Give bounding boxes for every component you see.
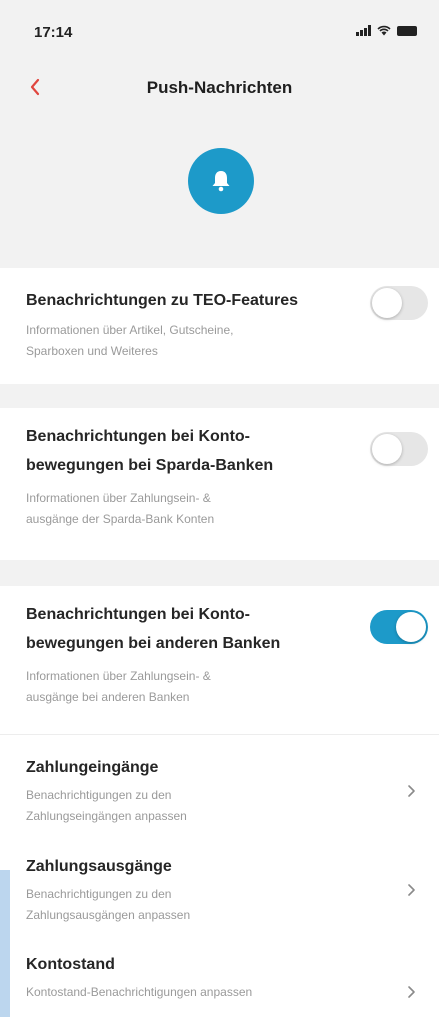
sparda-card: Benachrichtungen bei Konto- bewegungen b…: [0, 408, 439, 560]
chevron-right-icon: [408, 785, 415, 797]
other-banks-desc-line1: Informationen über Zahlungsein- &: [26, 669, 211, 683]
signal-icon: [356, 25, 371, 36]
balance-row[interactable]: Kontostand Kontostand-Benachrichtigungen…: [0, 953, 439, 1009]
status-icons: [356, 25, 417, 36]
status-time: 17:14: [34, 24, 73, 41]
other-banks-toggle[interactable]: [370, 610, 428, 644]
teo-desc-line2: Sparboxen und Weiteres: [26, 344, 158, 358]
nav-bar: Push-Nachrichten: [0, 62, 439, 112]
outgoing-payments-row[interactable]: Zahlungsausgänge Benachrichtigungen zu d…: [0, 855, 439, 927]
outgoing-desc-line2: Zahlungsausgängen anpassen: [26, 908, 191, 922]
balance-title: Kontostand: [26, 956, 115, 973]
outgoing-title: Zahlungsausgänge: [26, 858, 172, 875]
sparda-title-line2: bewegungen bei Sparda-Banken: [26, 457, 274, 474]
teo-toggle[interactable]: [370, 286, 428, 320]
balance-desc-line1: Kontostand-Benachrichtigungen anpassen: [26, 985, 253, 999]
incoming-desc-line1: Benachrichtigungen zu den: [26, 788, 172, 802]
sparda-desc-line2: ausgänge der Sparda-Bank Konten: [26, 512, 215, 526]
sparda-title-line1: Benachrichtungen bei Konto-: [26, 428, 250, 445]
toggle-knob: [372, 434, 402, 464]
teo-features-card: Benachrichtungen zu TEO-Features Informa…: [0, 268, 439, 384]
battery-icon: [397, 25, 417, 36]
bell-badge: [188, 148, 254, 214]
incoming-payments-row[interactable]: Zahlungeingänge Benachrichtigungen zu de…: [0, 756, 439, 828]
toggle-knob: [372, 288, 402, 318]
toggle-knob: [396, 612, 426, 642]
chevron-right-icon: [408, 986, 415, 998]
incoming-title: Zahlungeingänge: [26, 759, 159, 776]
teo-desc-line1: Informationen über Artikel, Gutscheine,: [26, 323, 234, 337]
sparda-desc-line1: Informationen über Zahlungsein- &: [26, 491, 211, 505]
left-edge-accent: [0, 870, 10, 1017]
other-banks-desc-line2: ausgänge bei anderen Banken: [26, 690, 190, 704]
other-banks-title-line2: bewegungen bei anderen Banken: [26, 635, 281, 652]
other-banks-card: Benachrichtungen bei Konto- bewegungen b…: [0, 586, 439, 1017]
sparda-toggle[interactable]: [370, 432, 428, 466]
status-bar: 17:14: [0, 0, 439, 60]
incoming-desc-line2: Zahlungseingängen anpassen: [26, 809, 187, 823]
outgoing-desc-line1: Benachrichtigungen zu den: [26, 887, 172, 901]
page-title: Push-Nachrichten: [146, 78, 293, 97]
wifi-icon: [377, 25, 391, 36]
other-banks-title-line1: Benachrichtungen bei Konto-: [26, 606, 250, 623]
chevron-right-icon: [408, 884, 415, 896]
bell-icon: [212, 171, 230, 192]
teo-title: Benachrichtungen zu TEO-Features: [26, 292, 299, 309]
divider: [0, 734, 439, 735]
